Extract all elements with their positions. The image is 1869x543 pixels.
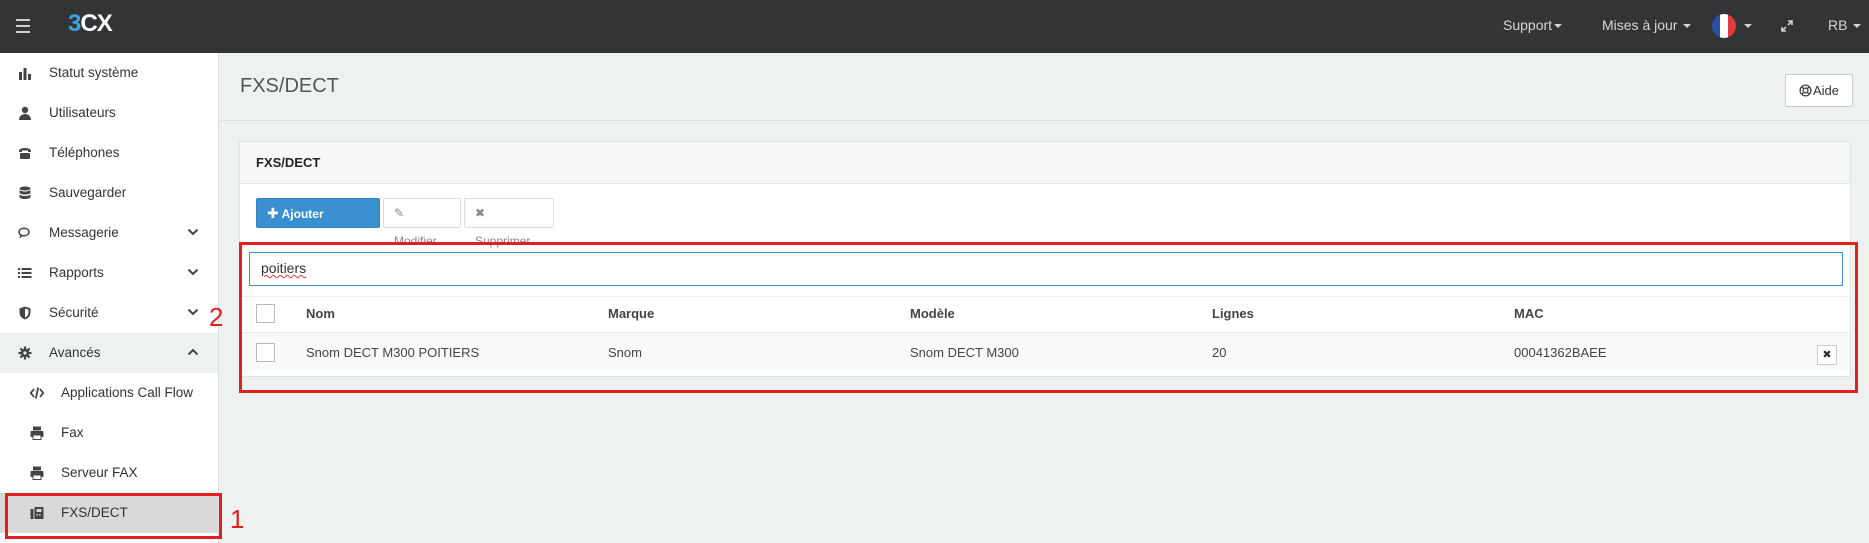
sidebar-item-telephones[interactable]: Téléphones xyxy=(0,133,218,173)
sidebar-item-avances[interactable]: Avancés xyxy=(0,333,218,373)
database-icon xyxy=(19,186,31,199)
page-header: FXS/DECT Aide xyxy=(220,53,1869,121)
panel-title: FXS/DECT xyxy=(256,155,321,170)
language-flag-icon[interactable] xyxy=(1712,14,1736,38)
sidebar: Statut système Utilisateurs Téléphones S… xyxy=(0,53,219,543)
language-caret[interactable] xyxy=(1742,0,1752,53)
sidebar-item-fax[interactable]: Fax xyxy=(0,413,218,453)
chevron-down-icon xyxy=(187,228,199,236)
user-icon xyxy=(19,106,31,120)
expand-icon xyxy=(1781,20,1793,33)
user-menu[interactable]: RB xyxy=(1828,0,1862,53)
sidebar-item-label: Rapports xyxy=(49,265,104,280)
sidebar-item-statut-systeme[interactable]: Statut système xyxy=(0,53,218,93)
sidebar-item-label: Serveur FAX xyxy=(61,465,138,480)
lifebuoy-icon xyxy=(1799,84,1812,97)
sidebar-item-label: Téléphones xyxy=(49,145,120,160)
updates-menu[interactable]: Mises à jour xyxy=(1602,0,1692,53)
annotation-label-1: 1 xyxy=(230,504,245,534)
logo[interactable]: 3CX xyxy=(68,10,113,38)
chevron-down-icon xyxy=(187,308,199,316)
support-label: Support xyxy=(1503,17,1553,33)
close-icon: ✖ xyxy=(475,206,486,220)
sidebar-item-securite[interactable]: Sécurité xyxy=(0,293,218,333)
shield-icon xyxy=(19,306,31,320)
sidebar-item-label: Sauvegarder xyxy=(49,185,127,200)
user-initials: RB xyxy=(1828,17,1848,33)
sidebar-item-label: Sécurité xyxy=(49,305,99,320)
help-button[interactable]: Aide xyxy=(1785,74,1853,107)
code-icon xyxy=(30,387,44,399)
printer-icon xyxy=(30,426,44,440)
sidebar-item-rapports[interactable]: Rapports xyxy=(0,253,218,293)
fullscreen-button[interactable] xyxy=(1781,0,1793,53)
support-menu[interactable]: Support xyxy=(1503,0,1563,53)
caret-down-icon xyxy=(1683,24,1692,29)
sidebar-item-serveur-fax[interactable]: Serveur FAX xyxy=(0,453,218,493)
chevron-up-icon xyxy=(187,348,199,356)
updates-label: Mises à jour xyxy=(1602,17,1678,33)
caret-down-icon xyxy=(1853,24,1862,29)
sidebar-item-label: Fax xyxy=(61,425,84,440)
sidebar-item-utilisateurs[interactable]: Utilisateurs xyxy=(0,93,218,133)
printer-icon xyxy=(30,466,44,480)
sidebar-item-label: Statut système xyxy=(49,65,139,80)
sidebar-item-messagerie[interactable]: Messagerie xyxy=(0,213,218,253)
phone-icon xyxy=(19,148,31,159)
bar-chart-icon xyxy=(19,68,31,80)
gear-icon xyxy=(18,346,32,360)
panel-header: FXS/DECT xyxy=(240,142,1850,184)
sidebar-item-label: Utilisateurs xyxy=(49,105,116,120)
plus-icon: ✚ xyxy=(267,205,279,221)
delete-button[interactable]: ✖ Supprimer xyxy=(464,198,554,248)
list-icon xyxy=(18,268,32,278)
caret-down-icon xyxy=(1554,24,1563,29)
chevron-down-icon xyxy=(187,268,199,276)
sidebar-item-label: Messagerie xyxy=(49,225,119,240)
pencil-icon: ✎ xyxy=(394,206,405,220)
sidebar-item-label: Applications Call Flow xyxy=(61,385,194,400)
page-title: FXS/DECT xyxy=(240,75,339,97)
add-fxs-dect-button[interactable]: ✚ Ajouter FXS/DECT xyxy=(256,198,380,249)
edit-button[interactable]: ✎ Modifier xyxy=(383,198,461,248)
sidebar-item-sauvegarder[interactable]: Sauvegarder xyxy=(0,173,218,213)
annotation-box-1 xyxy=(5,493,222,539)
annotation-label-2: 2 xyxy=(209,302,224,332)
caret-down-icon xyxy=(1744,24,1752,29)
annotation-box-2 xyxy=(239,242,1858,393)
hamburger-menu-icon[interactable] xyxy=(16,15,30,37)
sidebar-item-applications-call-flow[interactable]: Applications Call Flow xyxy=(0,373,218,413)
sidebar-item-label: Avancés xyxy=(49,345,101,360)
top-bar: 3CX Support Mises à jour RB xyxy=(0,0,1869,53)
chat-icon xyxy=(18,227,30,239)
help-label: Aide xyxy=(1813,83,1840,98)
